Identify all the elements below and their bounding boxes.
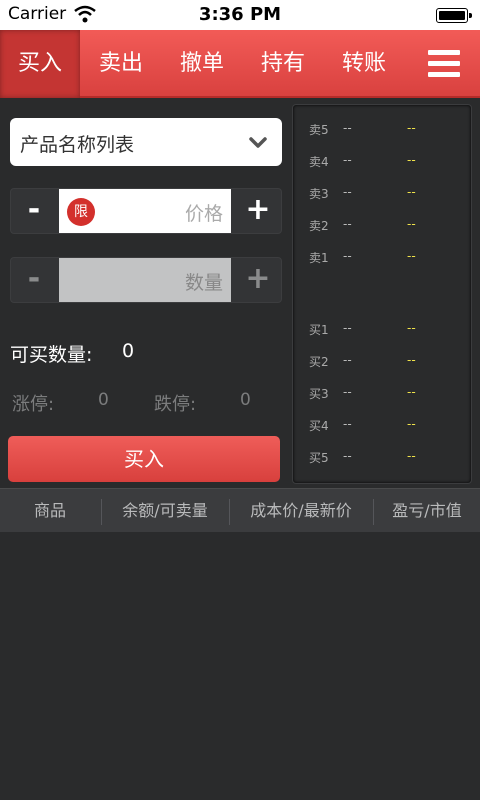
- order-book: 卖5 -- -- 卖4 -- -- 卖3 -- -- 卖2 -- -- 卖1 -…: [292, 104, 472, 484]
- order-book-label: 卖1: [309, 251, 329, 265]
- tab-sell[interactable]: 卖出: [81, 30, 161, 98]
- order-book-price: --: [343, 385, 352, 399]
- buy-button[interactable]: 买入: [8, 436, 280, 482]
- order-book-label: 买2: [309, 355, 329, 369]
- product-select[interactable]: 产品名称列表: [10, 118, 282, 166]
- top-tab-bar: 买入 卖出 撤单 持有 转账: [0, 30, 480, 98]
- order-book-label: 买4: [309, 419, 329, 433]
- order-book-label: 卖2: [309, 219, 329, 233]
- order-book-qty: --: [407, 321, 416, 335]
- quantity-increment-button[interactable]: +: [235, 258, 281, 302]
- order-book-qty: --: [407, 185, 416, 199]
- order-book-price: --: [343, 153, 352, 167]
- order-book-label: 卖5: [309, 123, 329, 137]
- buyable-quantity: 可买数量: 0: [10, 340, 134, 367]
- limit-down: 跌停: 0: [154, 390, 251, 416]
- buyable-quantity-label: 可买数量:: [10, 344, 93, 366]
- column-header-cost-price: 成本价/最新价: [250, 501, 352, 520]
- tab-holdings[interactable]: 持有: [243, 30, 323, 98]
- price-increment-button[interactable]: +: [235, 189, 281, 233]
- order-book-price: --: [343, 249, 352, 263]
- column-header-product: 商品: [33, 501, 66, 520]
- limit-up-label: 涨停:: [12, 394, 55, 415]
- order-book-qty: --: [407, 385, 416, 399]
- order-book-label: 买3: [309, 387, 329, 401]
- order-book-qty: --: [407, 249, 416, 263]
- price-decrement-button[interactable]: -: [11, 189, 57, 233]
- order-book-price: --: [343, 321, 352, 335]
- order-book-price: --: [343, 217, 352, 231]
- status-bar: Carrier 3:36 PM: [0, 0, 480, 30]
- order-book-qty: --: [407, 121, 416, 135]
- order-book-label: 卖4: [309, 155, 329, 169]
- tab-transfer[interactable]: 转账: [324, 30, 404, 98]
- limit-up-value: 0: [98, 390, 109, 410]
- order-book-qty: --: [407, 217, 416, 231]
- app-root: Carrier 3:36 PM 买入 卖出 撤单 持有 转账 产品名称列表 - …: [0, 0, 480, 800]
- order-book-price: --: [343, 417, 352, 431]
- order-book-row-buy3: 买3 -- --: [293, 385, 471, 405]
- quantity-decrement-button[interactable]: -: [11, 258, 57, 302]
- order-book-row-buy2: 买2 -- --: [293, 353, 471, 373]
- order-book-price: --: [343, 449, 352, 463]
- order-book-price: --: [343, 121, 352, 135]
- order-book-row-buy1: 买1 -- --: [293, 321, 471, 341]
- order-book-label: 卖3: [309, 187, 329, 201]
- tab-cancel-order[interactable]: 撤单: [162, 30, 242, 98]
- order-book-qty: --: [407, 449, 416, 463]
- order-book-label: 买1: [309, 323, 329, 337]
- price-input[interactable]: 限 价格: [59, 189, 231, 233]
- price-placeholder: 价格: [184, 203, 223, 225]
- order-book-row-buy5: 买5 -- --: [293, 449, 471, 469]
- chevron-down-icon: [249, 137, 267, 148]
- order-book-qty: --: [407, 153, 416, 167]
- product-select-label: 产品名称列表: [20, 134, 135, 156]
- buyable-quantity-value: 0: [122, 340, 135, 362]
- price-stepper: - 限 价格 +: [10, 188, 282, 234]
- limit-up: 涨停: 0: [12, 390, 109, 416]
- menu-icon[interactable]: [428, 50, 460, 78]
- order-book-qty: --: [407, 417, 416, 431]
- quantity-stepper: - 数量 +: [10, 257, 282, 303]
- order-book-row-sell3: 卖3 -- --: [293, 185, 471, 205]
- quantity-input[interactable]: 数量: [59, 258, 231, 302]
- order-book-row-buy4: 买4 -- --: [293, 417, 471, 437]
- order-book-price: --: [343, 185, 352, 199]
- clock: 3:36 PM: [198, 4, 282, 25]
- order-book-row-sell4: 卖4 -- --: [293, 153, 471, 173]
- order-book-row-sell1: 卖1 -- --: [293, 249, 471, 269]
- order-book-qty: --: [407, 353, 416, 367]
- column-header-balance: 余额/可卖量: [122, 501, 208, 520]
- limit-down-value: 0: [240, 390, 251, 410]
- column-header-profit-loss: 盈亏/市值: [392, 501, 462, 520]
- positions-table-header: 商品 余额/可卖量 成本价/最新价 盈亏/市值: [0, 488, 480, 532]
- order-book-label: 买5: [309, 451, 329, 465]
- quantity-placeholder: 数量: [184, 272, 223, 294]
- positions-list: [0, 532, 480, 800]
- order-book-row-sell2: 卖2 -- --: [293, 217, 471, 237]
- tab-buy[interactable]: 买入: [0, 30, 80, 98]
- order-book-price: --: [343, 353, 352, 367]
- limit-down-label: 跌停:: [154, 394, 197, 415]
- order-book-row-sell5: 卖5 -- --: [293, 121, 471, 141]
- battery-icon: [436, 8, 472, 23]
- limit-order-badge: 限: [67, 198, 95, 226]
